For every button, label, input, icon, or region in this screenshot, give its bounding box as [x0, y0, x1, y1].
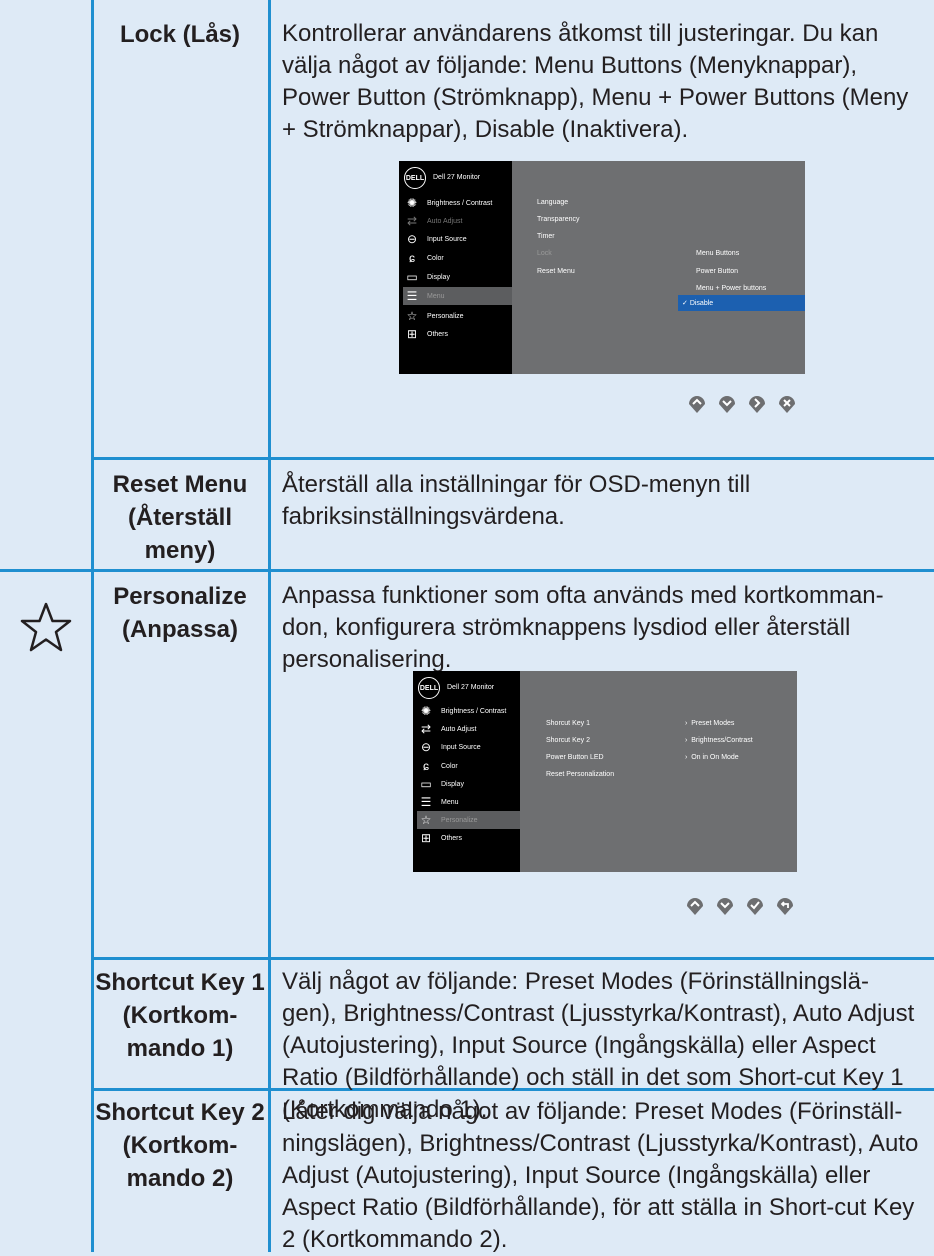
- row-desc-reset-menu: Återställ alla inställningar för OSD-men…: [282, 471, 751, 530]
- down-arrow-icon: [719, 396, 735, 413]
- osd-menu-item: Shorcut Key 2: [546, 737, 590, 744]
- osd-sub-item-selected: ✓ Disable: [682, 300, 714, 307]
- check-icon: ✓: [682, 300, 690, 307]
- osd-side-item: ☆ Personalize: [403, 307, 464, 325]
- osd-sub-item: Menu Buttons: [696, 250, 740, 257]
- check-icon: [747, 898, 763, 915]
- row-label-personalize: Personalize (Anpassa): [113, 583, 247, 643]
- osd-menu-item: Lock: [537, 250, 552, 257]
- color-icon: ɕ: [409, 251, 415, 265]
- osd-side-item: ✺ Brightness / Contrast: [403, 194, 492, 212]
- column-divider-right: [268, 0, 271, 1252]
- back-icon: [777, 898, 793, 915]
- osd-lock-screenshot: DELL Dell 27 Monitor ✺ Brightness / Contr…: [399, 161, 805, 374]
- up-arrow-icon: [687, 898, 703, 915]
- osd-side-item: ⊖ Input Source: [403, 230, 467, 248]
- osd-personalize-screenshot: DELL Dell 27 Monitor ✺ Brightness / Contr…: [413, 671, 797, 872]
- osd-sub-item: Power Button: [696, 268, 739, 275]
- row-label-shortcut-key-1: Shortcut Key 1 (Kortkom-mando 1): [95, 969, 265, 1062]
- star-icon: [20, 602, 72, 652]
- brightness-icon: ✺: [420, 704, 432, 718]
- osd-menu-item: Timer: [537, 233, 555, 240]
- menu-icon: ☰: [420, 795, 432, 809]
- osd-side-item: ɕ Color: [403, 249, 444, 267]
- row-label-reset-menu: Reset Menu (Återställ meny): [112, 471, 248, 564]
- color-icon: ɕ: [423, 759, 429, 773]
- star-icon: ☆: [420, 813, 432, 827]
- row-label-lock: Lock (Lås): [119, 21, 241, 48]
- osd-menu-item: Power Button LED: [546, 754, 604, 761]
- osd-menu-item: Shorcut Key 1: [546, 720, 590, 727]
- osd-sub-item: Menu + Power buttons: [696, 285, 767, 292]
- osd-side-item: ⇄ Auto Adjust: [417, 720, 476, 738]
- osd-side-item: ☰ Menu: [417, 793, 459, 811]
- osd-side-item: ✺ Brightness / Contrast: [417, 702, 506, 720]
- row-desc-shortcut-key-2: Låter dig välja något av följande: Prese…: [282, 1098, 919, 1253]
- dell-logo: DELL: [418, 677, 440, 699]
- osd-title: Dell 27 Monitor: [447, 684, 495, 691]
- osd-value: › On in On Mode: [685, 754, 739, 761]
- brightness-icon: ✺: [406, 196, 418, 210]
- input-source-icon: ⊖: [406, 232, 418, 246]
- osd-side-item: ⊖ Input Source: [417, 738, 481, 756]
- display-icon: ▭: [406, 270, 418, 284]
- osd-menu-item: Transparency: [537, 216, 580, 223]
- osd-side-item: ☰ Menu: [403, 287, 512, 305]
- osd-side-item: ▭ Display: [403, 268, 450, 286]
- others-icon: ⊞: [420, 831, 432, 845]
- auto-adjust-icon: ⇄: [406, 214, 418, 228]
- row-desc-personalize: Anpassa funktioner som ofta används med …: [282, 582, 884, 673]
- column-divider-left: [91, 0, 94, 1252]
- osd-side-item: ⊞ Others: [417, 829, 462, 847]
- osd-nav-buttons: [684, 894, 796, 916]
- input-source-icon: ⊖: [420, 740, 432, 754]
- menu-icon: ☰: [406, 289, 418, 303]
- star-icon: ☆: [406, 309, 418, 323]
- down-arrow-icon: [717, 898, 733, 915]
- osd-value: › Preset Modes: [685, 720, 735, 727]
- close-icon: [779, 396, 795, 413]
- osd-side-item: ☆ Personalize: [417, 811, 520, 829]
- row-label-shortcut-key-2: Shortcut Key 2 (Kortkom-mando 2): [95, 1099, 265, 1192]
- up-arrow-icon: [689, 396, 705, 413]
- osd-menu-item: Language: [537, 199, 569, 206]
- row-divider: [91, 957, 934, 960]
- right-arrow-icon: [749, 396, 765, 413]
- osd-menu-item: Reset Menu: [537, 268, 575, 275]
- row-desc-lock: Kontrollerar användarens åtkomst till ju…: [282, 20, 909, 143]
- osd-side-item: ɕ Color: [417, 757, 458, 775]
- osd-title: Dell 27 Monitor: [433, 174, 481, 181]
- display-icon: ▭: [420, 777, 432, 791]
- osd-menu-item: Reset Personalization: [546, 771, 615, 778]
- row-divider: [91, 457, 934, 460]
- osd-value: › Brightness/Contrast: [685, 737, 753, 744]
- osd-nav-buttons: [686, 392, 798, 414]
- osd-side-item: ▭ Display: [417, 775, 464, 793]
- auto-adjust-icon: ⇄: [420, 722, 432, 736]
- dell-logo: DELL: [404, 167, 426, 189]
- osd-side-item: ⊞ Others: [403, 325, 448, 343]
- others-icon: ⊞: [406, 327, 418, 341]
- row-divider: [0, 569, 934, 572]
- osd-side-item: ⇄ Auto Adjust: [403, 212, 462, 230]
